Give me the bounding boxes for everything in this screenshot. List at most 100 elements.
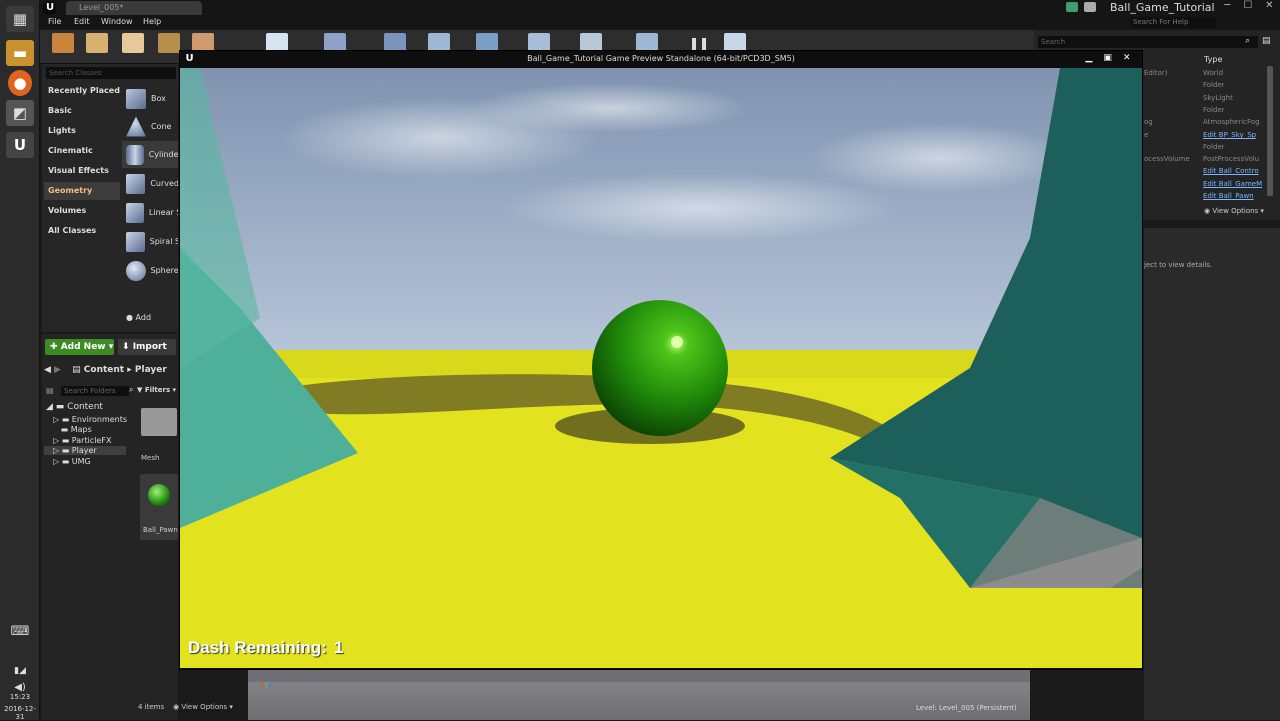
outliner-settings-icon[interactable]: ▤ <box>1262 36 1271 46</box>
menu-help[interactable]: Help <box>143 17 161 26</box>
outliner-row-type: Folder <box>1203 106 1225 114</box>
tree-item-maps[interactable]: ▬ Maps <box>53 425 92 434</box>
paint-mode-icon[interactable] <box>86 33 108 53</box>
level-tab[interactable]: Level_005* <box>66 1 202 15</box>
outliner-edit-link[interactable]: Edit Ball_Pawn <box>1203 192 1254 200</box>
curved-stair-icon <box>126 173 146 194</box>
outliner-row-name[interactable]: Editor) <box>1144 69 1167 77</box>
tree-item-particlefx[interactable]: ▷ ▬ ParticleFX <box>53 436 111 445</box>
outliner-row-type: Folder <box>1203 81 1225 89</box>
project-name: Ball_Game_Tutorial <box>1110 1 1215 14</box>
cone-icon <box>126 116 146 137</box>
menu-bar <box>40 16 1280 30</box>
add-new-button[interactable]: ✚ Add New ▾ <box>45 339 114 355</box>
sphere-icon <box>126 260 146 281</box>
outliner-edit-link[interactable]: Edit Ball_Contro <box>1203 167 1259 175</box>
geometry-cone[interactable]: Cone <box>122 113 178 140</box>
category-visual-effects[interactable]: Visual Effects <box>44 162 120 180</box>
outliner-scrollbar[interactable] <box>1267 66 1273 196</box>
clock-time[interactable]: 15:23 <box>0 693 40 701</box>
details-panel <box>1144 228 1280 720</box>
import-button[interactable]: ⬇ Import <box>118 339 176 355</box>
geometry-curved-stair[interactable]: Curved <box>122 170 178 197</box>
notifications-icon[interactable] <box>1084 2 1096 12</box>
tree-item-umg[interactable]: ▷ ▬ UMG <box>53 457 91 466</box>
preview-unreal-icon: U <box>185 53 194 64</box>
breadcrumb-player[interactable]: Player <box>135 365 167 375</box>
tree-item-environments[interactable]: ▷ ▬ Environments <box>53 415 127 424</box>
firefox-icon[interactable]: ● <box>8 70 32 96</box>
close-icon[interactable]: ✕ <box>1265 0 1273 14</box>
back-icon[interactable]: ◀ <box>44 365 51 375</box>
foliage-mode-icon[interactable] <box>158 33 180 53</box>
editor-viewport[interactable] <box>248 668 1030 720</box>
place-mode-icon[interactable] <box>52 33 74 53</box>
files-folder-icon[interactable]: ▬ <box>6 40 34 66</box>
geometry-sphere[interactable]: Sphere <box>122 257 178 284</box>
geometry-box[interactable]: Box <box>122 85 178 112</box>
tree-toggle-icon[interactable]: ▤ <box>46 386 54 395</box>
maximize-icon[interactable]: ☐ <box>1243 0 1252 14</box>
category-cinematic[interactable]: Cinematic <box>44 142 120 160</box>
box-icon <box>126 88 146 109</box>
category-volumes[interactable]: Volumes <box>44 202 120 220</box>
search-help-input[interactable]: Search For Help <box>1130 17 1216 28</box>
cloud <box>500 173 900 243</box>
outliner-row-type: World <box>1203 69 1224 77</box>
geometry-spiral-stair[interactable]: Spiral S <box>122 228 178 255</box>
outliner-view-options-button[interactable]: ◉ View Options ▾ <box>1204 207 1264 215</box>
ball-thumbnail-icon <box>148 484 170 506</box>
clock-date: 2016-12-31 <box>4 705 36 721</box>
preview-close-icon[interactable]: ✕ <box>1123 51 1131 65</box>
outliner-row-name[interactable]: ocessVolume <box>1144 155 1190 163</box>
menu-file[interactable]: File <box>48 17 61 26</box>
content-view-options-button[interactable]: ◉ View Options ▾ <box>173 703 233 711</box>
category-geometry[interactable]: Geometry <box>44 182 120 200</box>
search-classes-input[interactable]: Search Classes <box>46 67 176 79</box>
geometry-cylinder[interactable]: Cylinder <box>122 141 178 168</box>
outliner-row-type: Folder <box>1203 143 1225 151</box>
geometry-linear-stair[interactable]: Linear S <box>122 199 178 226</box>
outliner-row-name[interactable]: og <box>1144 118 1153 126</box>
category-all-classes[interactable]: All Classes <box>44 222 120 240</box>
add-geometry-button[interactable]: ● Add <box>126 313 151 322</box>
source-control-icon[interactable] <box>1066 2 1078 12</box>
app-icon[interactable]: ◩ <box>6 100 34 126</box>
apps-grid-icon[interactable]: ▦ <box>6 6 34 32</box>
outliner-row-type: PostProcessVolu <box>1203 155 1260 163</box>
search-folders-input[interactable]: Search Folders <box>61 386 129 396</box>
forward-icon[interactable]: ▶ <box>54 365 61 375</box>
outliner-edit-link[interactable]: Edit BP_Sky_Sp <box>1203 131 1256 139</box>
tree-content-root[interactable]: ◢ ▬ Content <box>46 402 103 412</box>
preview-maximize-icon[interactable]: ▣ <box>1103 51 1112 65</box>
preview-title: Ball_Game_Tutorial Game Preview Standalo… <box>180 51 1142 66</box>
outliner-row-name[interactable]: e <box>1144 131 1148 139</box>
breadcrumb-content[interactable]: Content <box>84 365 124 375</box>
asset-folder-label: Mesh <box>141 454 160 462</box>
keyboard-icon[interactable]: ⌨ <box>6 618 34 644</box>
viewport-level-info: Level: Level_005 (Persistent) <box>916 704 1017 712</box>
mesh-folder-icon[interactable] <box>141 408 177 436</box>
details-hint: ject to view details. <box>1144 261 1213 269</box>
category-basic[interactable]: Basic <box>44 102 120 120</box>
minimize-icon[interactable]: ─ <box>1224 0 1230 14</box>
os-dock: ▦ ▬ ● ◩ U ⌨ ▮◢ ◀) 15:23 2016-12-31 <box>0 0 40 721</box>
tree-item-player[interactable]: ▷ ▬ Player <box>44 446 126 455</box>
menu-edit[interactable]: Edit <box>74 17 90 26</box>
category-lights[interactable]: Lights <box>44 122 120 140</box>
menu-window[interactable]: Window <box>101 17 133 26</box>
category-recently-placed[interactable]: Recently Placed <box>44 82 120 100</box>
outliner-edit-link[interactable]: Edit Ball_GameM <box>1203 180 1262 188</box>
filters-button[interactable]: ▼ Filters ▾ <box>137 384 178 396</box>
game-viewport[interactable] <box>180 68 1142 668</box>
outliner-search-input[interactable]: Search <box>1038 36 1258 48</box>
asset-ball-label: Ball_Pawn <box>143 526 178 534</box>
preview-minimize-icon[interactable]: ▁ <box>1086 51 1093 65</box>
axis-gizmo-icon: zyx <box>260 680 274 689</box>
unreal-engine-icon[interactable]: U <box>6 132 34 158</box>
hud-dash-label: Dash Remaining: <box>188 638 327 657</box>
landscape-mode-icon[interactable] <box>122 33 144 53</box>
cylinder-icon <box>126 144 144 165</box>
outliner-row-type: SkyLight <box>1203 94 1233 102</box>
editor-window-controls: ─ ☐ ✕ <box>1218 0 1280 14</box>
